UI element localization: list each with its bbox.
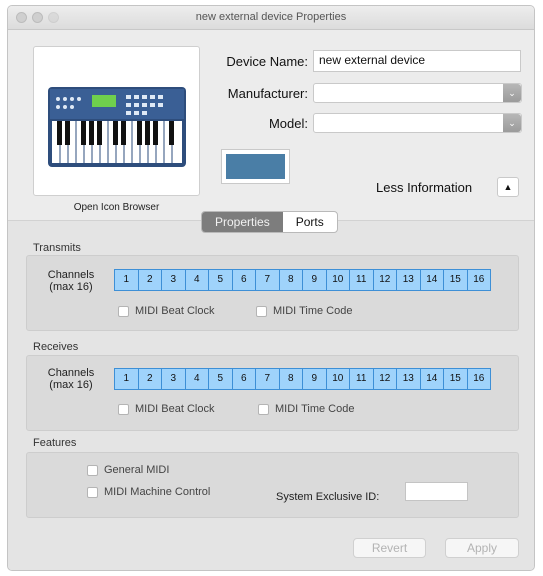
receive-beat-clock-checkbox[interactable]: MIDI Beat Clock (118, 403, 214, 415)
device-icon-button[interactable] (33, 46, 200, 196)
receive-channel-button[interactable]: 8 (278, 368, 303, 390)
transmit-channel-button[interactable]: 2 (137, 269, 162, 291)
transmit-channel-button[interactable]: 10 (325, 269, 350, 291)
receive-channel-button[interactable]: 11 (349, 368, 374, 390)
receives-channel-grid: 1 2 3 4 5 6 7 8 9 10 11 12 13 14 15 16 (114, 368, 491, 390)
checkbox-box (118, 305, 129, 317)
apply-button[interactable]: Apply (445, 538, 519, 558)
receive-channel-button[interactable]: 5 (208, 368, 233, 390)
receive-channel-button[interactable]: 13 (396, 368, 421, 390)
transmit-channel-button[interactable]: 1 (114, 269, 139, 291)
checkbox-box (87, 486, 98, 498)
receive-channel-button[interactable]: 3 (161, 368, 186, 390)
transmit-time-code-checkbox[interactable]: MIDI Time Code (256, 305, 352, 317)
transmit-channel-button[interactable]: 12 (372, 269, 397, 291)
transmit-channel-button[interactable]: 16 (466, 269, 491, 291)
midi-machine-control-checkbox[interactable]: MIDI Machine Control (87, 486, 210, 498)
features-title: Features (33, 437, 77, 449)
color-well[interactable] (221, 149, 290, 184)
window-title: new external device Properties (195, 11, 347, 23)
chevron-updown-icon: ⌄ (503, 114, 521, 132)
transmit-channel-button[interactable]: 6 (231, 269, 256, 291)
open-icon-browser-label[interactable]: Open Icon Browser (33, 202, 200, 213)
receive-channel-button[interactable]: 4 (184, 368, 209, 390)
transmit-channel-button[interactable]: 14 (419, 269, 444, 291)
tab-ports[interactable]: Ports (283, 212, 337, 232)
checkbox-label: MIDI Time Code (273, 305, 353, 317)
transmits-title: Transmits (33, 242, 81, 254)
checkbox-box (258, 403, 269, 415)
receive-channel-button[interactable]: 1 (114, 368, 139, 390)
receive-channel-button[interactable]: 2 (137, 368, 162, 390)
channels-label-line1: Channels (47, 269, 95, 281)
receives-title: Receives (33, 341, 79, 353)
transmit-channel-button[interactable]: 4 (184, 269, 209, 291)
triangle-up-icon: ▲ (503, 182, 513, 192)
receive-time-code-checkbox[interactable]: MIDI Time Code (258, 403, 354, 415)
transmit-channel-button[interactable]: 5 (208, 269, 233, 291)
less-information-label: Less Information (376, 180, 473, 195)
channels-label-line2: (max 16) (49, 281, 93, 293)
receive-channel-button[interactable]: 16 (466, 368, 491, 390)
less-information-button[interactable]: ▲ (497, 177, 519, 197)
checkbox-label: MIDI Time Code (275, 403, 355, 415)
transmit-channel-button[interactable]: 9 (302, 269, 327, 291)
checkbox-label: MIDI Machine Control (104, 486, 211, 498)
checkbox-box (256, 305, 267, 317)
transmit-channel-button[interactable]: 11 (349, 269, 374, 291)
title-bar: new external device Properties (8, 6, 534, 30)
transmit-channel-button[interactable]: 15 (443, 269, 468, 291)
transmits-group (26, 255, 519, 331)
revert-button[interactable]: Revert (353, 538, 426, 558)
midi-keyboard-icon (48, 87, 186, 167)
sysex-id-label: System Exclusive ID: (276, 491, 380, 503)
checkbox-label: MIDI Beat Clock (135, 403, 215, 415)
sysex-id-field[interactable] (405, 482, 468, 501)
model-label: Model: (268, 116, 308, 131)
manufacturer-label: Manufacturer: (227, 86, 308, 101)
receive-channel-button[interactable]: 14 (419, 368, 444, 390)
checkbox-box (118, 403, 129, 415)
manufacturer-popup[interactable]: ⌄ (313, 83, 522, 103)
checkbox-label: MIDI Beat Clock (135, 305, 215, 317)
properties-window: new external device Properties Open Icon… (7, 5, 535, 571)
receive-channel-button[interactable]: 12 (372, 368, 397, 390)
chevron-updown-icon: ⌄ (503, 84, 521, 102)
receive-channel-button[interactable]: 9 (302, 368, 327, 390)
receive-channel-button[interactable]: 7 (255, 368, 280, 390)
transmit-channel-button[interactable]: 8 (278, 269, 303, 291)
transmit-channel-button[interactable]: 3 (161, 269, 186, 291)
transmits-channel-grid: 1 2 3 4 5 6 7 8 9 10 11 12 13 14 15 16 (114, 269, 491, 291)
general-midi-checkbox[interactable]: General MIDI (87, 464, 169, 476)
checkbox-box (87, 464, 98, 476)
receive-channel-button[interactable]: 15 (443, 368, 468, 390)
receive-channel-button[interactable]: 6 (231, 368, 256, 390)
device-name-label: Device Name: (226, 54, 308, 69)
color-swatch (226, 154, 285, 179)
transmit-channel-button[interactable]: 13 (396, 269, 421, 291)
tab-properties[interactable]: Properties (202, 212, 283, 232)
checkbox-label: General MIDI (104, 464, 170, 476)
receive-channel-button[interactable]: 10 (325, 368, 350, 390)
tab-segmented-control: Properties Ports (201, 211, 338, 233)
channels-label-line1: Channels (47, 367, 95, 379)
model-popup[interactable]: ⌄ (313, 113, 522, 133)
device-name-field[interactable]: new external device (313, 50, 521, 72)
transmit-channel-button[interactable]: 7 (255, 269, 280, 291)
channels-label-line2: (max 16) (49, 379, 93, 391)
transmits-channels-label: Channels (max 16) (38, 269, 104, 293)
transmit-beat-clock-checkbox[interactable]: MIDI Beat Clock (118, 305, 214, 317)
receives-channels-label: Channels (max 16) (38, 367, 104, 391)
